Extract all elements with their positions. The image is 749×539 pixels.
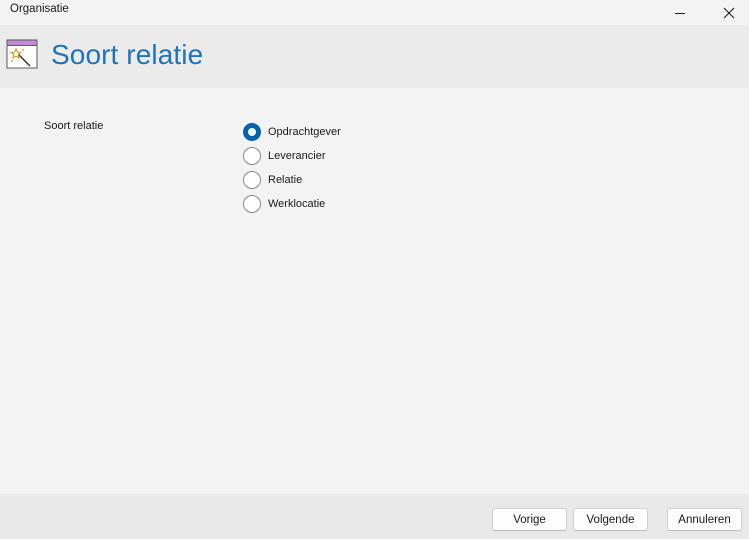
radio-label: Relatie — [268, 174, 303, 186]
cancel-button[interactable]: Annuleren — [667, 508, 742, 531]
minimize-button[interactable] — [657, 0, 703, 25]
wizard-header: Soort relatie — [0, 25, 749, 88]
radio-option-opdrachtgever[interactable]: Opdrachtgever — [243, 120, 341, 144]
radio-button[interactable] — [243, 195, 261, 213]
field-label: Soort relatie — [44, 120, 104, 132]
radio-label: Opdrachtgever — [268, 126, 341, 138]
relation-type-radio-group: Opdrachtgever Leverancier Relatie Werklo… — [243, 120, 341, 216]
title-bar[interactable]: Organisatie — [0, 0, 749, 25]
radio-button[interactable] — [243, 147, 261, 165]
previous-button[interactable]: Vorige — [492, 508, 567, 531]
next-button[interactable]: Volgende — [573, 508, 648, 531]
radio-button-checked[interactable] — [243, 123, 261, 141]
wizard-icon — [6, 39, 38, 69]
wizard-content: Soort relatie Opdrachtgever Leverancier … — [0, 88, 749, 494]
wizard-footer: Vorige Volgende Annuleren — [0, 494, 749, 539]
radio-option-relatie[interactable]: Relatie — [243, 168, 341, 192]
radio-option-leverancier[interactable]: Leverancier — [243, 144, 341, 168]
minimize-icon — [675, 12, 685, 14]
page-title: Soort relatie — [51, 39, 204, 70]
radio-label: Werklocatie — [268, 198, 326, 210]
radio-label: Leverancier — [268, 150, 326, 162]
radio-option-werklocatie[interactable]: Werklocatie — [243, 192, 341, 216]
radio-button[interactable] — [243, 171, 261, 189]
close-icon — [723, 7, 735, 18]
window-title: Organisatie — [10, 3, 69, 15]
close-button[interactable] — [706, 0, 749, 25]
